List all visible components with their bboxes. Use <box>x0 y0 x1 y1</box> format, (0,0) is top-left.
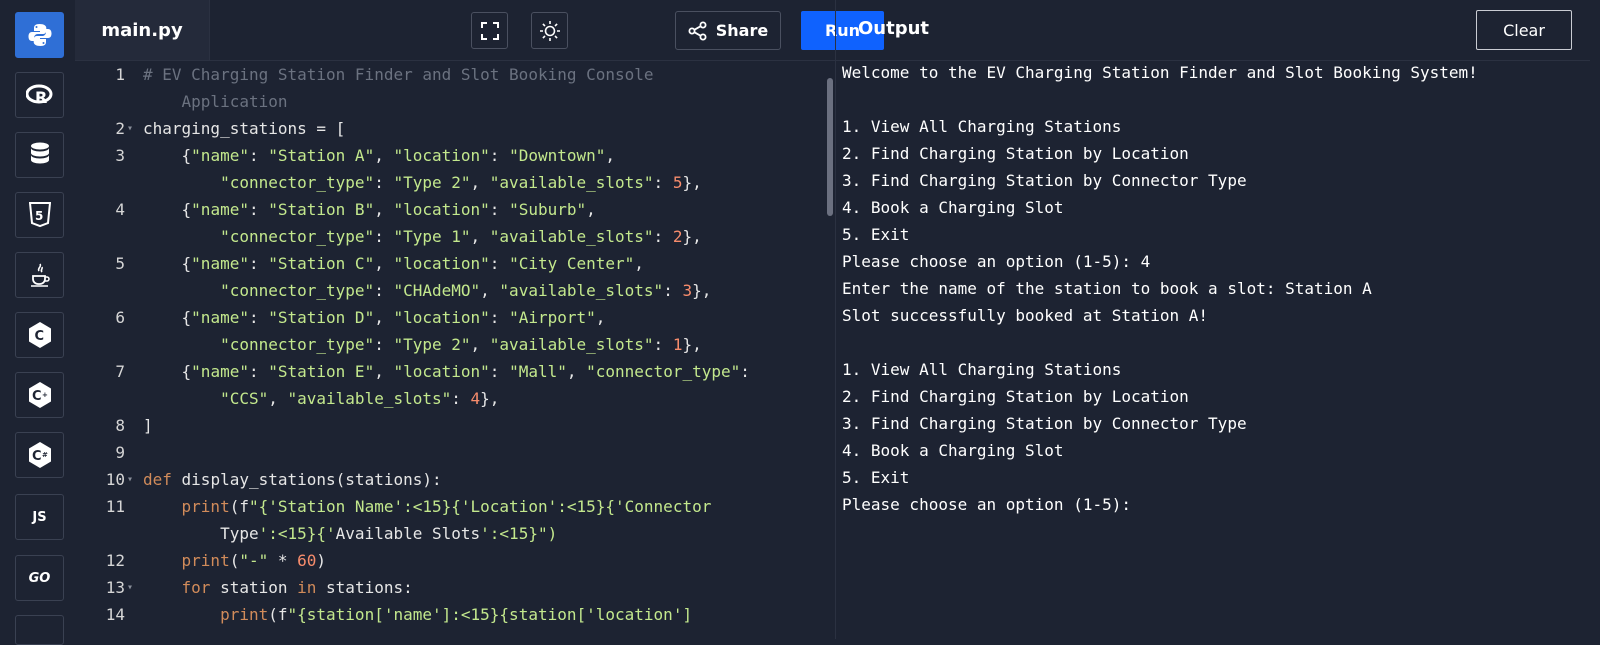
go-icon[interactable]: GO <box>15 555 64 601</box>
code-text: for station in stations: <box>181 578 413 597</box>
file-tab-main-py[interactable]: main.py <box>75 0 210 60</box>
output-line: 2. Find Charging Station by Location <box>842 387 1189 406</box>
code-text: "connector_type": "Type 2", "available_s… <box>220 335 702 354</box>
output-line: 1. View All Charging Stations <box>842 360 1122 379</box>
html5-icon[interactable]: 5 <box>15 192 64 238</box>
database-icon[interactable] <box>15 132 64 178</box>
line-number: 8 <box>115 416 125 435</box>
output-line: 2. Find Charging Station by Location <box>842 144 1189 163</box>
go-label: GO <box>28 570 51 586</box>
line-number: 6 <box>115 308 125 327</box>
fullscreen-button[interactable] <box>471 12 508 49</box>
line-number: 9 <box>115 443 125 462</box>
csharp-icon[interactable]: C # <box>15 432 64 478</box>
cpp-icon[interactable]: C + <box>15 372 64 418</box>
line-number: 7 <box>115 362 125 381</box>
output-line: Please choose an option (1-5): <box>842 495 1131 514</box>
code-text: # EV Charging Station Finder and Slot Bo… <box>143 65 654 84</box>
editor-scrollbar[interactable] <box>827 78 833 216</box>
theme-toggle-icon <box>539 20 560 41</box>
code-text: print(f"{station['name']:<15}{station['l… <box>220 605 693 624</box>
output-line: 5. Exit <box>842 225 910 244</box>
svg-text:C: C <box>32 449 42 464</box>
python-icon[interactable] <box>15 12 64 58</box>
line-number: 1 <box>115 65 125 84</box>
code-text: charging_stations = [ <box>143 119 346 138</box>
output-line: 3. Find Charging Station by Connector Ty… <box>842 414 1247 433</box>
svg-text:5: 5 <box>35 209 43 223</box>
line-number: 4 <box>115 200 125 219</box>
fold-toggle-icon[interactable]: ▾ <box>127 466 133 493</box>
svg-text:+: + <box>42 391 48 399</box>
panel-divider[interactable] <box>835 0 836 639</box>
js-label: JS <box>32 509 47 525</box>
output-line: Please choose an option (1-5): 4 <box>842 252 1151 271</box>
code-text: "connector_type": "Type 2", "available_s… <box>220 173 702 192</box>
code-text: {"name": "Station B", "location": "Subur… <box>143 200 596 219</box>
line-number: 5 <box>115 254 125 273</box>
line-number: 14 <box>105 605 125 624</box>
output-header: Output Clear <box>836 0 1600 61</box>
share-button[interactable]: Share <box>675 11 781 50</box>
code-editor[interactable]: 1 # EV Charging Station Finder and Slot B… <box>75 61 835 639</box>
fullscreen-icon <box>480 21 499 40</box>
line-number: 2 <box>115 119 125 138</box>
output-line: Welcome to the EV Charging Station Finde… <box>842 63 1478 82</box>
more-languages-icon[interactable] <box>15 615 64 645</box>
line-number: 3 <box>115 146 125 165</box>
code-text: print("-" * 60) <box>181 551 327 570</box>
editor-header: main.py Share Run <box>75 0 884 61</box>
output-line: Slot successfully booked at Station A! <box>842 306 1209 325</box>
code-text: "connector_type": "Type 1", "available_s… <box>220 227 702 246</box>
theme-toggle-button[interactable] <box>531 12 568 49</box>
clear-button[interactable]: Clear <box>1476 10 1572 50</box>
output-line: 1. View All Charging Stations <box>842 117 1122 136</box>
line-number: 13 <box>105 578 125 597</box>
line-number: 11 <box>105 497 125 516</box>
code-text: "connector_type": "CHAdeMO", "available_… <box>220 281 712 300</box>
code-text: "CCS", "available_slots": 4}, <box>220 389 500 408</box>
code-text: print(f"{'Station Name':<15}{'Location':… <box>181 497 712 516</box>
output-line: Enter the name of the station to book a … <box>842 279 1372 298</box>
code-text: Type':<15}{'Available Slots':<15}") <box>143 524 558 543</box>
output-line: 3. Find Charging Station by Connector Ty… <box>842 171 1247 190</box>
output-scrollbar[interactable] <box>1590 60 1600 639</box>
fold-toggle-icon[interactable]: ▾ <box>127 574 133 601</box>
code-text: Application <box>143 92 288 111</box>
line-number: 12 <box>105 551 125 570</box>
output-title: Output <box>858 18 930 39</box>
language-sidebar: R 5 C C + C # JS GO <box>0 0 76 645</box>
svg-text:C: C <box>34 329 44 344</box>
code-text: {"name": "Station E", "location": "Mall"… <box>143 362 750 381</box>
svg-text:C: C <box>32 389 42 404</box>
js-icon[interactable]: JS <box>15 494 64 540</box>
r-icon[interactable]: R <box>15 72 64 118</box>
code-text: {"name": "Station D", "location": "Airpo… <box>143 308 606 327</box>
share-icon <box>688 21 707 40</box>
svg-text:R: R <box>35 88 47 107</box>
code-text: {"name": "Station A", "location": "Downt… <box>143 146 616 165</box>
svg-text:#: # <box>42 451 48 459</box>
code-text: def display_stations(stations): <box>143 470 442 489</box>
java-icon[interactable] <box>15 252 64 298</box>
fold-toggle-icon[interactable]: ▾ <box>127 115 133 142</box>
output-line: 4. Book a Charging Slot <box>842 441 1064 460</box>
c-icon[interactable]: C <box>15 312 64 358</box>
code-text: {"name": "Station C", "location": "City … <box>143 254 644 273</box>
output-line: 5. Exit <box>842 468 910 487</box>
line-number: 10 <box>105 470 125 489</box>
output-line: 4. Book a Charging Slot <box>842 198 1064 217</box>
code-text: ] <box>143 416 153 435</box>
share-label: Share <box>715 21 769 40</box>
